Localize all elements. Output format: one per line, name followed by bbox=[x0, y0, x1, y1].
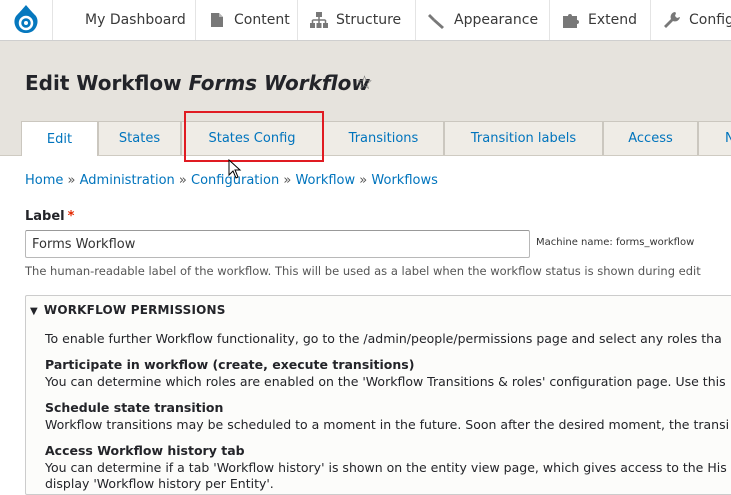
tab-access[interactable]: Access bbox=[603, 121, 698, 155]
machine-name: Machine name: forms_workflow bbox=[536, 237, 695, 248]
workflow-permissions-summary-label: WORKFLOW PERMISSIONS bbox=[43, 303, 226, 317]
page-title-workflow-name: Forms Workflow bbox=[188, 71, 370, 95]
breadcrumb-separator: » bbox=[67, 173, 76, 188]
toolbar-content-label: Content bbox=[234, 12, 290, 28]
permissions-intro: To enable further Workflow functionality… bbox=[45, 331, 722, 346]
star-outline-icon[interactable]: ☆ bbox=[356, 72, 373, 94]
label-description: The human-readable label of the workflow… bbox=[25, 264, 701, 278]
puzzle-icon bbox=[562, 11, 580, 29]
drupal-logo[interactable] bbox=[0, 0, 52, 40]
label-field-label-text: Label bbox=[25, 209, 65, 224]
tab-states[interactable]: States bbox=[98, 121, 181, 155]
drupal-drop-icon bbox=[14, 5, 38, 33]
tab-transition-labels[interactable]: Transition labels bbox=[444, 121, 603, 155]
breadcrumb: Home » Administration » Configuration » … bbox=[25, 173, 438, 188]
label-field-label: Label * bbox=[25, 209, 74, 224]
breadcrumb-administration[interactable]: Administration bbox=[80, 173, 175, 188]
required-marker: * bbox=[67, 209, 75, 224]
label-input[interactable] bbox=[25, 230, 530, 258]
tab-access-label: Access bbox=[628, 131, 673, 146]
tab-more-label: N bbox=[725, 131, 731, 146]
triangle-down-icon: ▼ bbox=[30, 306, 38, 317]
toolbar-structure[interactable]: Structure bbox=[297, 0, 415, 40]
permission-title: Schedule state transition bbox=[45, 400, 224, 415]
tab-more[interactable]: N bbox=[698, 121, 731, 155]
breadcrumb-separator: » bbox=[178, 173, 187, 188]
toolbar-configuration-label: Configu bbox=[689, 12, 731, 28]
permission-title: Access Workflow history tab bbox=[45, 443, 245, 458]
permission-title: Participate in workflow (create, execute… bbox=[45, 357, 415, 372]
paintbrush-icon bbox=[428, 11, 446, 29]
tab-states-config-label: States Config bbox=[208, 131, 296, 146]
toolbar-content[interactable]: Content bbox=[195, 0, 297, 40]
toolbar-extend-label: Extend bbox=[588, 12, 637, 28]
breadcrumb-configuration[interactable]: Configuration bbox=[191, 173, 279, 188]
page-title-prefix: Edit Workflow bbox=[25, 71, 182, 95]
tab-transitions[interactable]: Transitions bbox=[323, 121, 444, 155]
admin-toolbar: My Dashboard Content Structure Appearanc… bbox=[0, 0, 731, 41]
toolbar-configuration[interactable]: Configu bbox=[650, 0, 731, 40]
permission-text: You can determine if a tab 'Workflow his… bbox=[45, 460, 727, 475]
sitemap-icon bbox=[310, 11, 328, 29]
toolbar-structure-label: Structure bbox=[336, 12, 402, 28]
workflow-permissions-summary[interactable]: ▼ WORKFLOW PERMISSIONS bbox=[30, 303, 226, 317]
permission-text: display 'Workflow history per Entity'. bbox=[45, 476, 274, 491]
page-title: Edit Workflow Forms Workflow bbox=[25, 71, 370, 95]
tab-transitions-label: Transitions bbox=[348, 131, 419, 146]
toolbar-dashboard[interactable]: My Dashboard bbox=[52, 0, 195, 40]
tab-states-label: States bbox=[118, 131, 161, 146]
page-icon bbox=[208, 11, 226, 29]
tab-edit[interactable]: Edit bbox=[21, 121, 98, 156]
wrench-icon bbox=[663, 11, 681, 29]
permission-text: You can determine which roles are enable… bbox=[45, 374, 726, 389]
toolbar-extend[interactable]: Extend bbox=[549, 0, 650, 40]
breadcrumb-workflow[interactable]: Workflow bbox=[295, 173, 355, 188]
toolbar-appearance[interactable]: Appearance bbox=[415, 0, 549, 40]
toolbar-dashboard-label: My Dashboard bbox=[85, 12, 186, 28]
tab-states-config[interactable]: States Config bbox=[181, 121, 323, 155]
breadcrumb-separator: » bbox=[359, 173, 368, 188]
toolbar-appearance-label: Appearance bbox=[454, 12, 539, 28]
permission-text: Workflow transitions may be scheduled to… bbox=[45, 417, 730, 432]
breadcrumb-separator: » bbox=[283, 173, 292, 188]
breadcrumb-home[interactable]: Home bbox=[25, 173, 63, 188]
tab-edit-label: Edit bbox=[46, 131, 73, 147]
tab-transition-labels-label: Transition labels bbox=[470, 131, 577, 146]
breadcrumb-workflows[interactable]: Workflows bbox=[371, 173, 437, 188]
